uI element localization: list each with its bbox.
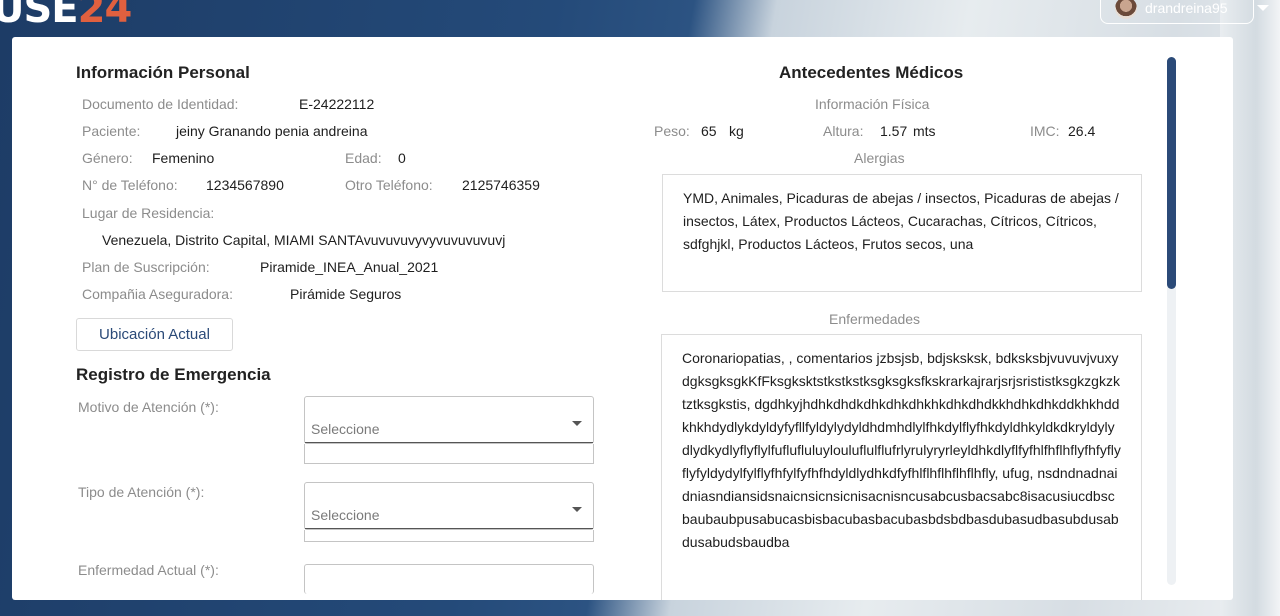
residencia-label: Lugar de Residencia: (82, 205, 215, 221)
plan-label: Plan de Suscripción: (82, 259, 210, 275)
tipo-select[interactable]: Seleccione (304, 482, 594, 530)
otro-telefono-label: Otro Teléfono: (345, 177, 433, 193)
paciente-label: Paciente: (82, 123, 141, 139)
plan-value: Piramide_INEA_Anual_2021 (260, 259, 439, 275)
telefono-label: N° de Teléfono: (82, 177, 178, 193)
motivo-placeholder: Seleccione (311, 421, 380, 437)
alergias-panel: YMD, Animales, Picaduras de abejas / ins… (662, 174, 1142, 292)
enfermedad-actual-label: Enfermedad Actual (*): (78, 562, 219, 578)
motivo-select[interactable]: Seleccione (304, 396, 594, 444)
otro-telefono-value: 2125746359 (462, 177, 540, 193)
altura-unit: mts (913, 123, 936, 139)
medical-history-title: Antecedentes Médicos (779, 63, 964, 82)
imc-label: IMC: (1030, 123, 1060, 139)
residencia-value: Venezuela, Distrito Capital, MIAMI SANTA… (102, 232, 506, 248)
edad-label: Edad: (345, 150, 382, 166)
tipo-helper-box (304, 530, 594, 542)
select-underline (305, 528, 593, 529)
patient-card: Información Personal Documento de Identi… (12, 37, 1233, 600)
peso-label: Peso: (654, 123, 690, 139)
paciente-value: jeiny Granando penia andreina (176, 123, 368, 139)
app-logo[interactable]: USE24 (0, 0, 132, 32)
ubicacion-actual-button[interactable]: Ubicación Actual (76, 318, 233, 351)
chevron-down-icon (572, 507, 582, 512)
scrollbar-thumb[interactable] (1167, 57, 1176, 289)
scrollbar[interactable] (1167, 57, 1176, 585)
altura-label: Altura: (823, 123, 864, 139)
chevron-down-icon[interactable] (1257, 5, 1269, 11)
documento-value: E-24222112 (299, 96, 375, 112)
telefono-value: 1234567890 (206, 177, 284, 193)
alergias-label: Alergias (854, 150, 905, 166)
genero-value: Femenino (152, 150, 215, 166)
enfermedades-panel: Coronariopatias, , comentarios jzbsjsb, … (661, 334, 1142, 600)
tipo-label: Tipo de Atención (*): (78, 484, 205, 500)
avatar (1115, 0, 1137, 19)
documento-label: Documento de Identidad: (82, 96, 239, 112)
motivo-helper-box (304, 444, 594, 464)
chevron-down-icon (572, 421, 582, 426)
personal-info-title: Información Personal (76, 63, 250, 82)
edad-value: 0 (398, 150, 406, 166)
enfermedad-actual-input[interactable] (304, 564, 594, 594)
select-underline (305, 442, 593, 443)
altura-value: 1.57 (880, 123, 908, 139)
username: drandreina95 (1145, 0, 1228, 16)
user-menu[interactable]: drandreina95 (1100, 0, 1269, 24)
aseguradora-value: Pirámide Seguros (290, 286, 402, 302)
aseguradora-label: Compañia Aseguradora: (82, 286, 233, 302)
peso-value: 65 (701, 123, 717, 139)
info-fisica-label: Información Física (815, 96, 930, 112)
genero-label: Género: (82, 150, 133, 166)
peso-unit: kg (729, 123, 744, 139)
motivo-label: Motivo de Atención (*): (78, 399, 219, 415)
emergency-title: Registro de Emergencia (76, 365, 271, 384)
tipo-placeholder: Seleccione (311, 507, 380, 523)
enfermedades-label: Enfermedades (829, 311, 921, 327)
imc-value: 26.4 (1068, 123, 1096, 139)
